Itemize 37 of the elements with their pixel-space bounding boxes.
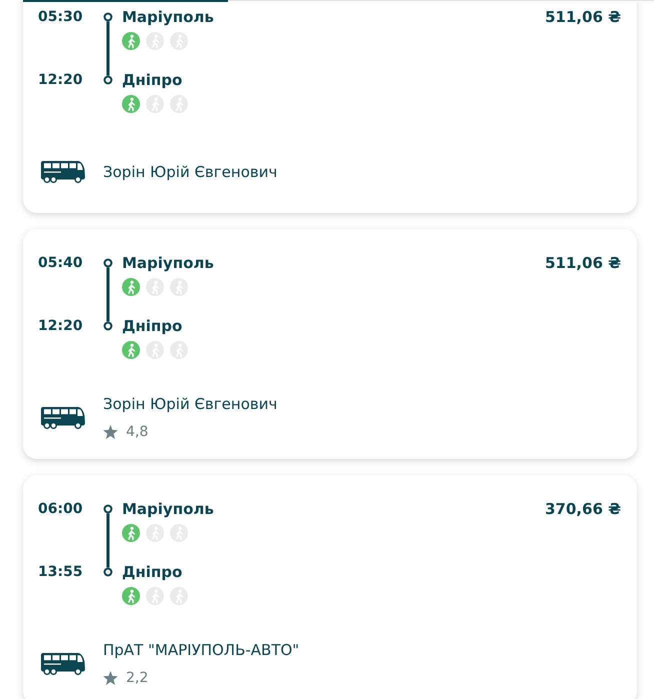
stop-city: Дніпро [122, 562, 182, 582]
bus-icon [41, 653, 85, 675]
stop-city: Маріуполь [122, 7, 214, 27]
stop-marker-icon [104, 258, 112, 268]
trip-price: 511,06 ₴ [545, 7, 621, 27]
stop-time: 05:30 [38, 8, 84, 27]
stop-marker-icon [104, 76, 112, 84]
stop-city: Маріуполь [122, 499, 214, 519]
trip-card[interactable]: 05:40 12:20 Маріуполь Дніпро 511,06 ₴ Зорін Юрій Євгенович 4,8 [23, 229, 637, 459]
stop-marker-icon [104, 322, 112, 330]
star-icon [103, 671, 118, 685]
stop-time: 13:55 [38, 563, 84, 582]
carrier-name: Зорін Юрій Євгенович [103, 394, 278, 414]
stop-time: 06:00 [38, 500, 84, 519]
carrier-name: ПрАТ "МАРІУПОЛЬ-АВТО" [103, 640, 300, 660]
stop-city: Дніпро [122, 316, 182, 336]
stop-time: 12:20 [38, 71, 84, 90]
bus-icon [41, 407, 85, 429]
stop-city: Дніпро [122, 70, 182, 90]
rating-value: 4,8 [126, 423, 148, 442]
trip-price: 511,06 ₴ [545, 253, 621, 273]
stop-time: 05:40 [38, 254, 84, 273]
stop-marker-icon [104, 504, 112, 514]
route-line [106, 21, 110, 76]
trip-card[interactable]: 06:00 13:55 Маріуполь Дніпро 370,66 ₴ ПрАТ "МАРІУПОЛЬ-АВТО" 2,2 [23, 475, 637, 699]
trip-card[interactable]: 05:30 12:20 Маріуполь Дніпро 511,06 ₴ Зорін Юрій Євгенович [23, 2, 637, 213]
bus-icon [41, 161, 85, 183]
stop-marker-icon [104, 12, 112, 22]
route-line [106, 513, 110, 568]
trip-price: 370,66 ₴ [545, 499, 621, 519]
star-icon [103, 425, 118, 439]
route-line [106, 267, 110, 322]
rating-value: 2,2 [126, 669, 148, 688]
stop-marker-icon [104, 568, 112, 576]
stop-city: Маріуполь [122, 253, 214, 273]
stop-time: 12:20 [38, 317, 84, 336]
carrier-name: Зорін Юрій Євгенович [103, 162, 278, 182]
